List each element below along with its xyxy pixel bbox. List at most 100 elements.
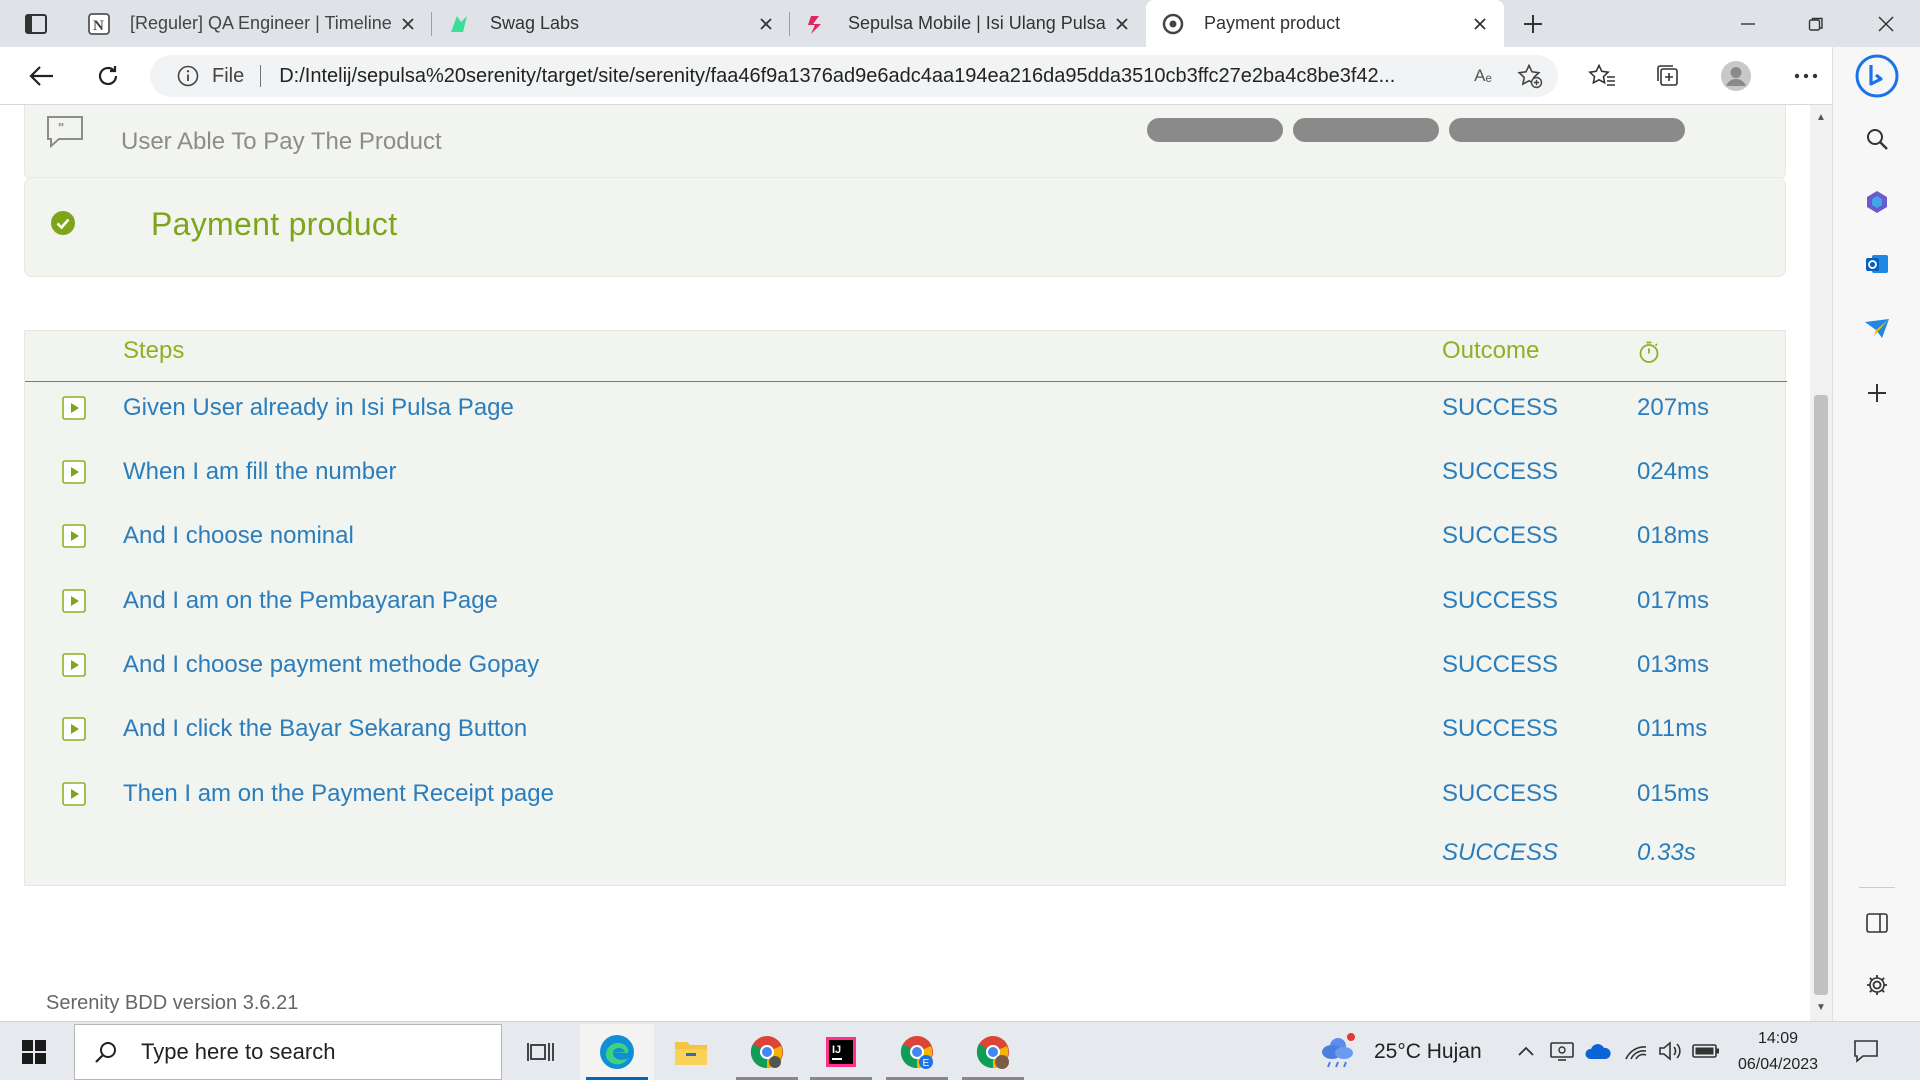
more-options-button[interactable] <box>1786 57 1826 95</box>
page-scrollbar[interactable]: ▲ ▼ <box>1810 105 1832 1021</box>
steps-table-header: Steps Outcome <box>25 331 1787 382</box>
taskbar-search-input[interactable]: Type here to search <box>74 1024 502 1080</box>
scroll-down-icon[interactable]: ▼ <box>1815 1001 1827 1013</box>
expand-step-icon[interactable] <box>62 717 86 741</box>
taskbar-file-explorer[interactable] <box>654 1024 728 1080</box>
favorites-button[interactable] <box>1582 57 1622 95</box>
tab-payment-product[interactable]: Payment product <box>1146 0 1504 47</box>
expand-step-icon[interactable] <box>62 460 86 484</box>
task-view-button[interactable] <box>504 1024 578 1080</box>
sidebar-search-button[interactable] <box>1855 119 1899 159</box>
sidebar-discover-button[interactable] <box>1855 182 1899 222</box>
step-outcome: SUCCESS <box>1442 780 1559 807</box>
url-text[interactable]: D:/Intelij/sepulsa%20serenity/target/sit… <box>279 65 1439 88</box>
step-row[interactable]: And I click the Bayar Sekarang Button SU… <box>25 703 1787 767</box>
step-row[interactable]: When I am fill the number SUCCESS 024ms <box>25 446 1787 510</box>
step-row[interactable]: And I choose nominal SUCCESS 018ms <box>25 510 1787 574</box>
collections-button[interactable] <box>1648 57 1688 95</box>
folder-icon <box>675 1042 707 1065</box>
tray-network[interactable] <box>1622 1036 1650 1066</box>
chrome-icon: E <box>900 1036 933 1069</box>
taskbar-intellij[interactable]: IJ <box>804 1024 878 1080</box>
weather-widget[interactable]: 25°C Hujan <box>1318 1032 1482 1072</box>
info-icon[interactable] <box>176 64 200 88</box>
expand-step-icon[interactable] <box>62 589 86 613</box>
tab-swag-labs[interactable]: Swag Labs <box>432 0 790 47</box>
restore-button[interactable] <box>1782 0 1850 47</box>
minimize-button[interactable] <box>1714 0 1782 47</box>
taskbar-chrome-profile[interactable] <box>956 1024 1030 1080</box>
edge-sidebar <box>1832 47 1920 1021</box>
sidebar-settings-button[interactable] <box>1855 965 1899 1005</box>
refresh-button[interactable] <box>88 57 128 95</box>
close-tab-icon[interactable] <box>394 10 422 38</box>
tag-badge[interactable] <box>1449 118 1685 142</box>
chrome-icon <box>976 1036 1009 1069</box>
task-view-icon <box>527 1043 554 1061</box>
sidebar-add-button[interactable] <box>1855 373 1899 413</box>
expand-step-icon[interactable] <box>62 396 86 420</box>
step-description: And I click the Bayar Sekarang Button <box>123 715 528 742</box>
total-outcome: SUCCESS <box>1442 839 1559 866</box>
serenity-version: Serenity BDD version 3.6.21 <box>46 992 299 1014</box>
read-aloud-icon[interactable]: Aₑ <box>1470 63 1496 89</box>
step-row[interactable]: Given User already in Isi Pulsa Page SUC… <box>25 382 1787 446</box>
battery-icon <box>1692 1044 1719 1058</box>
scrollbar-thumb[interactable] <box>1814 395 1828 995</box>
tray-volume[interactable] <box>1656 1036 1684 1066</box>
tray-onedrive[interactable] <box>1584 1036 1612 1066</box>
expand-step-icon[interactable] <box>62 524 86 548</box>
tag-badge[interactable] <box>1293 118 1439 142</box>
close-tab-icon[interactable] <box>1466 10 1494 38</box>
scroll-up-icon[interactable]: ▲ <box>1815 111 1827 123</box>
serenity-icon <box>1160 11 1186 37</box>
profile-button[interactable] <box>1716 57 1756 95</box>
bing-chat-button[interactable] <box>1855 51 1899 101</box>
avatar-icon <box>1721 61 1751 91</box>
close-icon <box>1878 15 1894 32</box>
step-row[interactable]: And I am on the Pembayaran Page SUCCESS … <box>25 575 1787 639</box>
report-page: " User Able To Pay The Product Payment p… <box>0 105 1810 1021</box>
back-button[interactable] <box>22 57 62 95</box>
tag-badge[interactable] <box>1147 118 1283 142</box>
show-hidden-icons-button[interactable] <box>1512 1036 1540 1066</box>
step-row[interactable]: And I choose payment methode Gopay SUCCE… <box>25 639 1787 703</box>
step-description: And I choose payment methode Gopay <box>123 651 540 678</box>
tab-actions-button[interactable] <box>14 8 58 40</box>
plus-icon <box>1524 15 1542 33</box>
step-row[interactable]: Then I am on the Payment Receipt page SU… <box>25 768 1787 832</box>
tray-battery[interactable] <box>1692 1036 1720 1066</box>
ellipsis-icon <box>1794 73 1818 79</box>
add-favorite-icon[interactable] <box>1516 62 1544 90</box>
close-tab-icon[interactable] <box>752 10 780 38</box>
tab-strip: N [Reguler] QA Engineer | Timeline Swag … <box>0 0 1920 47</box>
notification-center-button[interactable] <box>1850 1036 1882 1066</box>
sidebar-send-button[interactable] <box>1855 309 1899 349</box>
scheme-label: File <box>212 64 245 87</box>
total-duration: 0.33s <box>1637 839 1696 866</box>
tab-qa-engineer[interactable]: N [Reguler] QA Engineer | Timeline <box>72 0 432 47</box>
expand-step-icon[interactable] <box>62 653 86 677</box>
hide-sidebar-button[interactable] <box>1855 903 1899 943</box>
close-tab-icon[interactable] <box>1108 10 1136 38</box>
taskbar-edge[interactable] <box>580 1024 654 1080</box>
steps-table: Steps Outcome Given User already in Isi … <box>24 330 1787 886</box>
system-clock[interactable]: 14:09 06/04/2023 <box>1730 1026 1826 1078</box>
step-description: And I choose nominal <box>123 522 354 549</box>
sidebar-outlook-button[interactable] <box>1855 244 1899 284</box>
step-description: When I am fill the number <box>123 458 397 485</box>
taskbar-chrome[interactable] <box>730 1024 804 1080</box>
tray-meet-now[interactable] <box>1548 1036 1576 1066</box>
expand-step-icon[interactable] <box>62 782 86 806</box>
close-window-button[interactable] <box>1852 0 1920 47</box>
svg-text:IJ: IJ <box>832 1044 841 1056</box>
taskbar-chrome-profile-e[interactable]: E <box>880 1024 954 1080</box>
tab-sepulsa[interactable]: Sepulsa Mobile | Isi Ulang Pulsa Secara … <box>790 0 1146 47</box>
new-tab-button[interactable] <box>1515 6 1551 42</box>
tab-title: Payment product <box>1204 13 1341 33</box>
address-bar[interactable]: File D:/Intelij/sepulsa%20serenity/targe… <box>150 55 1558 97</box>
step-duration: 018ms <box>1637 522 1710 549</box>
weather-text: 25°C Hujan <box>1374 1040 1482 1063</box>
start-button[interactable] <box>16 1034 52 1070</box>
bing-icon <box>1855 54 1899 98</box>
